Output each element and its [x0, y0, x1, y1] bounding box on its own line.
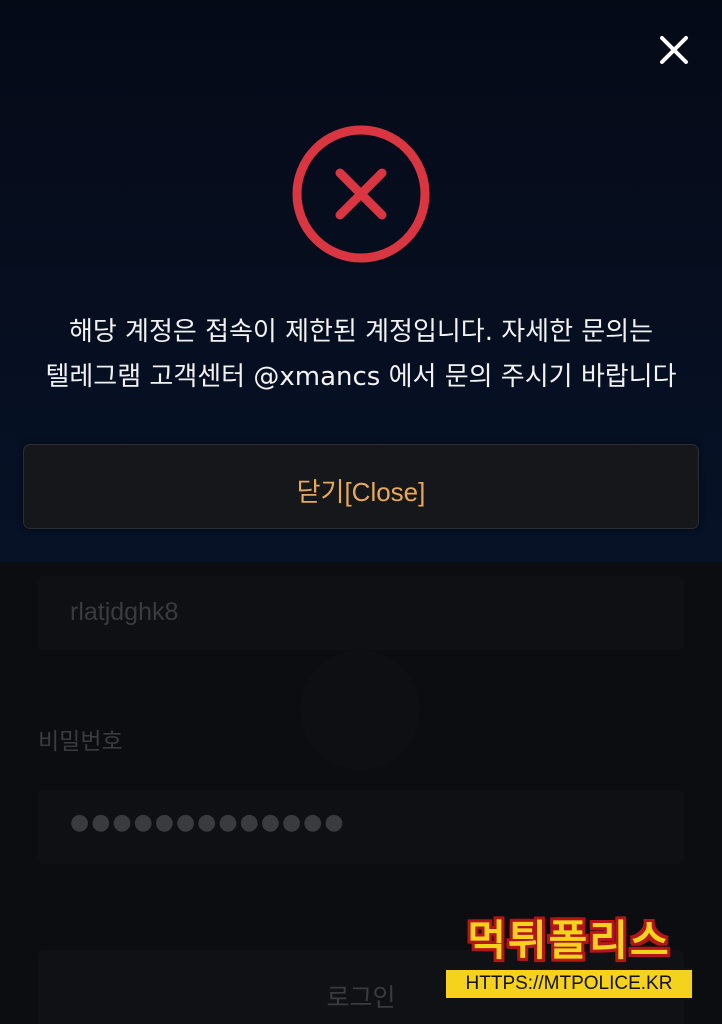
- watermark-logo: 먹튀폴리스 HTTPS://MTPOLICE.KR: [444, 912, 694, 1002]
- error-circle-x-icon: [290, 123, 432, 265]
- restricted-account-modal: 해당 계정은 접속이 제한된 계정입니다. 자세한 문의는 텔레그램 고객센터 …: [0, 0, 722, 562]
- password-field[interactable]: ●●●●●●●●●●●●●: [38, 790, 684, 864]
- password-value: ●●●●●●●●●●●●●: [70, 810, 346, 835]
- restriction-message: 해당 계정은 접속이 제한된 계정입니다. 자세한 문의는 텔레그램 고객센터 …: [20, 310, 702, 400]
- close-button-label: 닫기[Close]: [296, 477, 426, 507]
- close-icon[interactable]: [656, 32, 692, 68]
- message-line-2: 텔레그램 고객센터 @xmancs 에서 문의 주시기 바랍니다: [45, 362, 677, 392]
- close-button[interactable]: 닫기[Close]: [23, 444, 699, 529]
- watermark-url: HTTPS://MTPOLICE.KR: [444, 968, 694, 1000]
- message-line-1: 해당 계정은 접속이 제한된 계정입니다. 자세한 문의는: [68, 317, 654, 347]
- username-field[interactable]: rlatjdghk8: [38, 576, 684, 650]
- background-shape: [300, 650, 420, 770]
- username-value: rlatjdghk8: [70, 598, 179, 626]
- password-label: 비밀번호: [38, 729, 123, 755]
- watermark-title: 먹튀폴리스: [467, 916, 671, 965]
